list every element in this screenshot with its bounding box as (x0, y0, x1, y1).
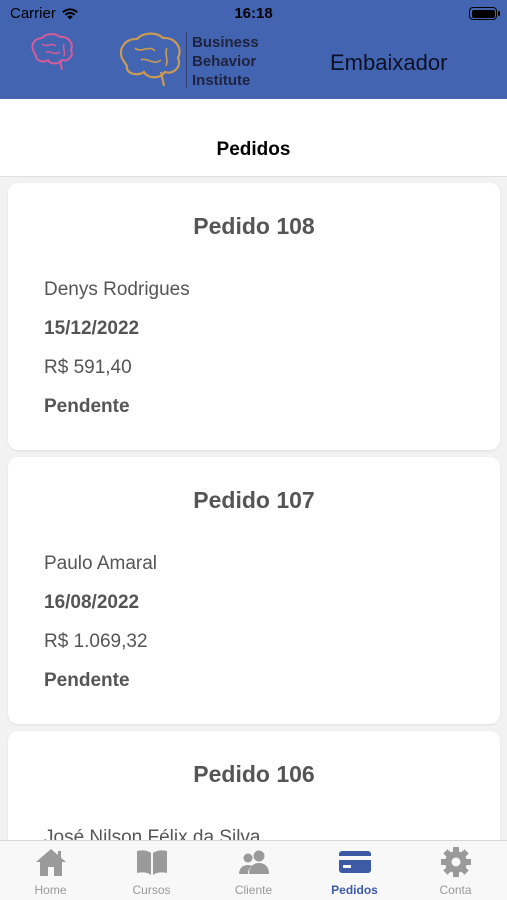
card-icon (338, 851, 371, 873)
page-title: Pedidos (216, 139, 291, 160)
order-status: Pendente (44, 670, 130, 691)
book-icon (136, 850, 167, 875)
tab-conta[interactable]: Conta (405, 841, 506, 900)
order-amount: R$ 591,40 (44, 357, 132, 378)
order-card[interactable]: Pedido 107 Paulo Amaral 16/08/2022 R$ 1.… (8, 457, 500, 724)
status-bar: Carrier 16:18 (0, 0, 507, 26)
order-card[interactable]: Pedido 108 Denys Rodrigues 15/12/2022 R$… (8, 183, 500, 450)
app-header: Carrier 16:18 Business Behavior Institut… (0, 0, 507, 99)
logo-divider (186, 32, 187, 88)
order-title: Pedido 106 (193, 761, 315, 787)
order-title: Pedido 108 (193, 213, 315, 239)
tab-label: Home (34, 883, 67, 897)
brain-logo-icon (31, 33, 73, 71)
order-client: Paulo Amaral (44, 553, 158, 574)
order-card[interactable]: Pedido 106 José Nilson Félix da Silva (8, 731, 500, 840)
order-title: Pedido 107 (193, 487, 315, 513)
tab-label: Cursos (132, 883, 171, 897)
battery-icon (469, 7, 500, 20)
brain-logo-large-icon (119, 32, 181, 87)
tab-label: Cliente (234, 883, 273, 897)
home-icon (35, 849, 66, 876)
order-amount: R$ 1.069,32 (44, 631, 148, 652)
page-header: Pedidos (0, 99, 507, 177)
tab-bar: Home Cursos Cliente Pedidos Conta (0, 840, 507, 900)
order-date: 15/12/2022 (44, 318, 140, 339)
header-title: Embaixador (330, 50, 448, 75)
tab-home[interactable]: Home (0, 841, 101, 900)
order-client: José Nilson Félix da Silva (44, 827, 261, 840)
brand-line: Behavior (192, 53, 257, 70)
order-date: 16/08/2022 (44, 592, 140, 613)
brand-name: Business Behavior Institute (192, 33, 259, 90)
gear-icon (440, 847, 471, 877)
tab-cliente[interactable]: Cliente (203, 841, 304, 900)
orders-list[interactable]: Pedido 108 Denys Rodrigues 15/12/2022 R$… (0, 178, 507, 840)
order-status: Pendente (44, 396, 130, 417)
tab-pedidos[interactable]: Pedidos (304, 841, 405, 900)
brand-line: Business (192, 34, 259, 51)
tab-label: Conta (439, 883, 472, 897)
people-icon (238, 850, 269, 874)
tab-label: Pedidos (331, 883, 378, 897)
brand-line: Institute (192, 72, 251, 89)
order-client: Denys Rodrigues (44, 279, 190, 300)
status-time: 16:18 (234, 5, 273, 22)
tab-cursos[interactable]: Cursos (101, 841, 202, 900)
